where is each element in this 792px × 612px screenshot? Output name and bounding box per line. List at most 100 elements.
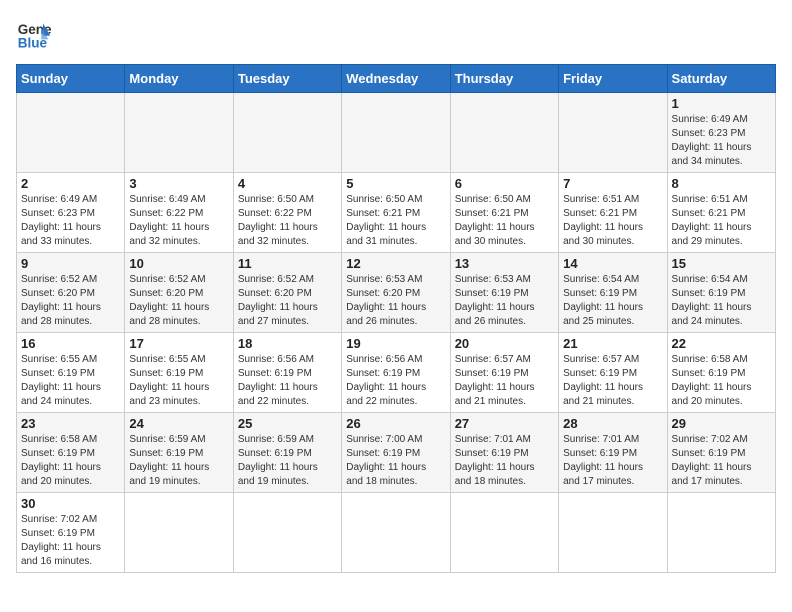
calendar-cell: 7 Sunrise: 6:51 AM Sunset: 6:21 PM Daylig… (559, 173, 667, 253)
calendar-cell: 27 Sunrise: 7:01 AM Sunset: 6:19 PM Dayli… (450, 413, 558, 493)
weekday-header-monday: Monday (125, 65, 233, 93)
day-number: 7 (563, 176, 662, 191)
calendar-cell: 5Sunrise: 6:50 AM Sunset: 6:21 PM Daylig… (342, 173, 450, 253)
calendar-week-3: 9 Sunrise: 6:52 AM Sunset: 6:20 PM Daylig… (17, 253, 776, 333)
calendar-cell (667, 493, 775, 573)
calendar-cell (233, 493, 341, 573)
day-number: 24 (129, 416, 228, 431)
day-info: Sunrise: 6:58 AM Sunset: 6:19 PM Dayligh… (21, 433, 120, 489)
calendar-week-4: 16 Sunrise: 6:55 AM Sunset: 6:19 PM Dayli… (17, 333, 776, 413)
calendar-cell: 4Sunrise: 6:50 AM Sunset: 6:22 PM Daylig… (233, 173, 341, 253)
calendar-cell (450, 93, 558, 173)
calendar-cell: 15 Sunrise: 6:54 AM Sunset: 6:19 PM Dayli… (667, 253, 775, 333)
day-info: Sunrise: 6:57 AM Sunset: 6:19 PM Dayligh… (455, 353, 554, 409)
calendar-week-2: 2 Sunrise: 6:49 AM Sunset: 6:23 PM Daylig… (17, 173, 776, 253)
day-number: 17 (129, 336, 228, 351)
day-number: 15 (672, 256, 771, 271)
day-number: 26 (346, 416, 445, 431)
calendar-cell: 26 Sunrise: 7:00 AM Sunset: 6:19 PM Dayli… (342, 413, 450, 493)
day-info: Sunrise: 6:55 AM Sunset: 6:19 PM Dayligh… (129, 353, 228, 409)
day-info: Sunrise: 6:51 AM Sunset: 6:21 PM Dayligh… (563, 193, 662, 249)
day-number: 11 (238, 256, 337, 271)
logo: General Blue (16, 16, 58, 52)
day-number: 8 (672, 176, 771, 191)
calendar-cell (559, 493, 667, 573)
calendar-cell (17, 93, 125, 173)
calendar-cell: 29 Sunrise: 7:02 AM Sunset: 6:19 PM Dayli… (667, 413, 775, 493)
day-number: 6 (455, 176, 554, 191)
day-number: 9 (21, 256, 120, 271)
day-number: 30 (21, 496, 120, 511)
calendar-cell: 6 Sunrise: 6:50 AM Sunset: 6:21 PM Daylig… (450, 173, 558, 253)
calendar-cell: 20 Sunrise: 6:57 AM Sunset: 6:19 PM Dayli… (450, 333, 558, 413)
day-info: Sunrise: 6:53 AM Sunset: 6:20 PM Dayligh… (346, 273, 445, 329)
day-number: 18 (238, 336, 337, 351)
day-number: 27 (455, 416, 554, 431)
calendar-cell: 24Sunrise: 6:59 AM Sunset: 6:19 PM Dayli… (125, 413, 233, 493)
day-number: 2 (21, 176, 120, 191)
day-info: Sunrise: 6:51 AM Sunset: 6:21 PM Dayligh… (672, 193, 771, 249)
day-info: Sunrise: 6:50 AM Sunset: 6:21 PM Dayligh… (346, 193, 445, 249)
day-number: 28 (563, 416, 662, 431)
calendar-cell: 18 Sunrise: 6:56 AM Sunset: 6:19 PM Dayli… (233, 333, 341, 413)
day-info: Sunrise: 6:55 AM Sunset: 6:19 PM Dayligh… (21, 353, 120, 409)
day-info: Sunrise: 6:54 AM Sunset: 6:19 PM Dayligh… (563, 273, 662, 329)
day-number: 23 (21, 416, 120, 431)
day-number: 29 (672, 416, 771, 431)
calendar-cell: 2 Sunrise: 6:49 AM Sunset: 6:23 PM Daylig… (17, 173, 125, 253)
calendar-cell: 30 Sunrise: 7:02 AM Sunset: 6:19 PM Dayli… (17, 493, 125, 573)
calendar-week-1: 1 Sunrise: 6:49 AM Sunset: 6:23 PM Daylig… (17, 93, 776, 173)
day-info: Sunrise: 6:50 AM Sunset: 6:22 PM Dayligh… (238, 193, 337, 249)
calendar-cell: 22 Sunrise: 6:58 AM Sunset: 6:19 PM Dayli… (667, 333, 775, 413)
day-info: Sunrise: 6:58 AM Sunset: 6:19 PM Dayligh… (672, 353, 771, 409)
day-number: 1 (672, 96, 771, 111)
day-info: Sunrise: 6:59 AM Sunset: 6:19 PM Dayligh… (238, 433, 337, 489)
calendar-cell: 1 Sunrise: 6:49 AM Sunset: 6:23 PM Daylig… (667, 93, 775, 173)
day-info: Sunrise: 7:02 AM Sunset: 6:19 PM Dayligh… (21, 513, 120, 569)
day-number: 21 (563, 336, 662, 351)
calendar-cell: 3 Sunrise: 6:49 AM Sunset: 6:22 PM Daylig… (125, 173, 233, 253)
day-info: Sunrise: 7:02 AM Sunset: 6:19 PM Dayligh… (672, 433, 771, 489)
day-number: 20 (455, 336, 554, 351)
day-info: Sunrise: 6:49 AM Sunset: 6:23 PM Dayligh… (672, 113, 771, 169)
day-number: 16 (21, 336, 120, 351)
day-info: Sunrise: 6:57 AM Sunset: 6:19 PM Dayligh… (563, 353, 662, 409)
page-header: General Blue (16, 16, 776, 52)
day-number: 22 (672, 336, 771, 351)
calendar-cell: 16 Sunrise: 6:55 AM Sunset: 6:19 PM Dayli… (17, 333, 125, 413)
day-number: 13 (455, 256, 554, 271)
calendar-table: SundayMondayTuesdayWednesdayThursdayFrid… (16, 64, 776, 573)
day-info: Sunrise: 6:49 AM Sunset: 6:23 PM Dayligh… (21, 193, 120, 249)
day-info: Sunrise: 6:52 AM Sunset: 6:20 PM Dayligh… (129, 273, 228, 329)
calendar-cell: 19Sunrise: 6:56 AM Sunset: 6:19 PM Dayli… (342, 333, 450, 413)
day-info: Sunrise: 6:50 AM Sunset: 6:21 PM Dayligh… (455, 193, 554, 249)
calendar-week-5: 23 Sunrise: 6:58 AM Sunset: 6:19 PM Dayli… (17, 413, 776, 493)
weekday-header-wednesday: Wednesday (342, 65, 450, 93)
day-info: Sunrise: 7:00 AM Sunset: 6:19 PM Dayligh… (346, 433, 445, 489)
day-info: Sunrise: 6:56 AM Sunset: 6:19 PM Dayligh… (346, 353, 445, 409)
day-info: Sunrise: 6:54 AM Sunset: 6:19 PM Dayligh… (672, 273, 771, 329)
calendar-cell: 9Sunrise: 6:52 AM Sunset: 6:20 PM Daylig… (17, 253, 125, 333)
day-info: Sunrise: 6:53 AM Sunset: 6:19 PM Dayligh… (455, 273, 554, 329)
calendar-cell: 23 Sunrise: 6:58 AM Sunset: 6:19 PM Dayli… (17, 413, 125, 493)
calendar-week-6: 30 Sunrise: 7:02 AM Sunset: 6:19 PM Dayli… (17, 493, 776, 573)
day-info: Sunrise: 6:56 AM Sunset: 6:19 PM Dayligh… (238, 353, 337, 409)
weekday-header-sunday: Sunday (17, 65, 125, 93)
weekday-header-saturday: Saturday (667, 65, 775, 93)
calendar-cell (342, 493, 450, 573)
calendar-cell: 8 Sunrise: 6:51 AM Sunset: 6:21 PM Daylig… (667, 173, 775, 253)
day-info: Sunrise: 6:49 AM Sunset: 6:22 PM Dayligh… (129, 193, 228, 249)
day-number: 10 (129, 256, 228, 271)
day-number: 25 (238, 416, 337, 431)
logo-icon: General Blue (16, 16, 52, 52)
weekday-header-tuesday: Tuesday (233, 65, 341, 93)
day-number: 3 (129, 176, 228, 191)
calendar-cell: 17 Sunrise: 6:55 AM Sunset: 6:19 PM Dayli… (125, 333, 233, 413)
calendar-cell: 21 Sunrise: 6:57 AM Sunset: 6:19 PM Dayli… (559, 333, 667, 413)
calendar-cell: 28Sunrise: 7:01 AM Sunset: 6:19 PM Dayli… (559, 413, 667, 493)
weekday-header-thursday: Thursday (450, 65, 558, 93)
calendar-cell (342, 93, 450, 173)
calendar-cell: 11Sunrise: 6:52 AM Sunset: 6:20 PM Dayli… (233, 253, 341, 333)
day-info: Sunrise: 7:01 AM Sunset: 6:19 PM Dayligh… (455, 433, 554, 489)
calendar-cell: 10 Sunrise: 6:52 AM Sunset: 6:20 PM Dayli… (125, 253, 233, 333)
